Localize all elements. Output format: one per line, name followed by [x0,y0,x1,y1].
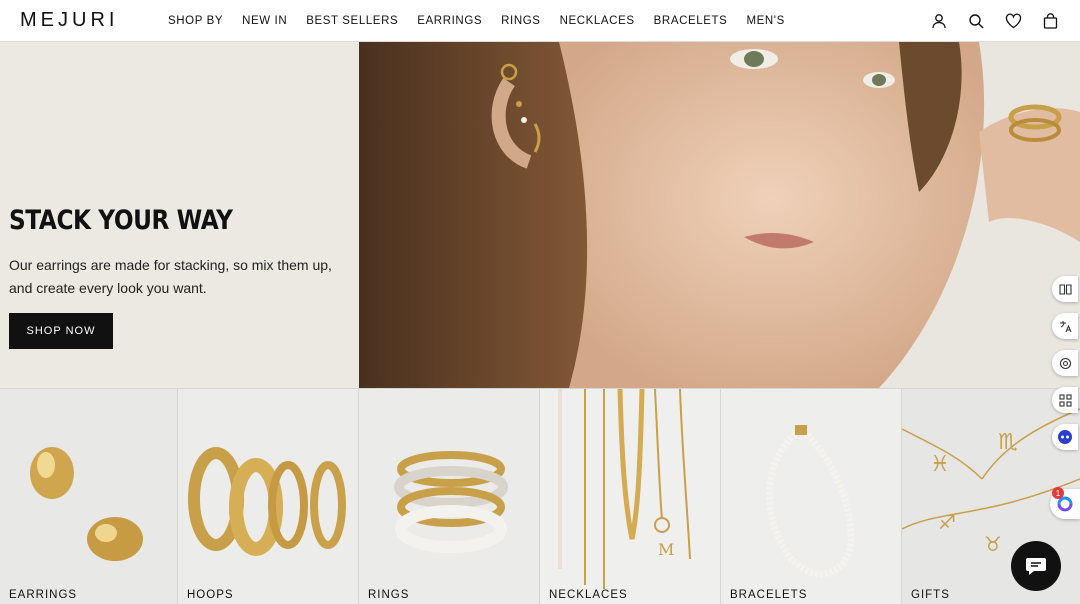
nav-shop-by[interactable]: SHOP BY [168,15,223,27]
nav-rings[interactable]: RINGS [501,15,540,27]
initial-pendant-glyph: M [658,540,674,559]
logo[interactable]: MEJURI [20,9,118,32]
apps-icon[interactable] [1052,387,1078,413]
zodiac-glyph: ♐ [938,510,956,534]
category-label: HOOPS [187,589,234,601]
assistant-icon[interactable] [1052,424,1078,450]
necklaces-product-image: M [540,389,720,604]
hero-text-panel: STACK YOUR WAY Our earrings are made for… [0,42,359,388]
browser-side-tools [1052,276,1078,450]
hero-photo-illustration [359,42,1080,388]
category-label: NECKLACES [549,589,628,601]
category-label: BRACELETS [730,589,808,601]
nav-earrings[interactable]: EARRINGS [417,15,482,27]
site-header: MEJURI SHOP BY NEW IN BEST SELLERS EARRI… [0,0,1080,42]
hoops-product-image [178,389,358,604]
translate-icon[interactable] [1052,313,1078,339]
notification-badge: 1 [1052,487,1064,499]
zodiac-glyph: ♓ [930,452,950,477]
category-earrings[interactable]: EARRINGS [0,389,178,604]
category-label: RINGS [368,589,410,601]
main-nav: SHOP BY NEW IN BEST SELLERS EARRINGS RIN… [168,0,804,42]
wishlist-heart-icon[interactable] [1005,13,1022,29]
earrings-product-image [0,389,177,604]
reader-icon[interactable] [1052,276,1078,302]
nav-mens[interactable]: MEN'S [746,15,784,27]
bag-icon[interactable] [1043,13,1058,29]
category-rings[interactable]: RINGS [359,389,540,604]
zodiac-glyph: ♉ [984,532,1002,556]
nav-necklaces[interactable]: NECKLACES [560,15,635,27]
chat-bubble-icon [1026,558,1046,575]
account-icon[interactable] [931,13,947,29]
bracelets-product-image [721,389,901,604]
nav-new-in[interactable]: NEW IN [242,15,287,27]
rings-product-image [359,389,539,604]
category-bracelets[interactable]: BRACELETS [721,389,902,604]
nav-bracelets[interactable]: BRACELETS [654,15,728,27]
search-icon[interactable] [968,13,984,29]
chat-button[interactable] [1011,541,1061,591]
category-necklaces[interactable]: M NECKLACES [540,389,721,604]
hero-image[interactable] [359,42,1080,388]
hero-title: STACK YOUR WAY [9,205,233,236]
hero-description: Our earrings are made for stacking, so m… [9,257,332,296]
category-grid: EARRINGS HOOPS RINGS M NECKLACES BRACELE… [0,388,1080,604]
nav-best-sellers[interactable]: BEST SELLERS [306,15,398,27]
category-hoops[interactable]: HOOPS [178,389,359,604]
zodiac-glyph: ♏ [998,430,1018,455]
category-label: GIFTS [911,589,950,601]
audio-icon[interactable] [1052,350,1078,376]
category-label: EARRINGS [9,589,78,601]
header-icons [931,0,1058,42]
shop-now-button[interactable]: SHOP NOW [9,313,113,349]
